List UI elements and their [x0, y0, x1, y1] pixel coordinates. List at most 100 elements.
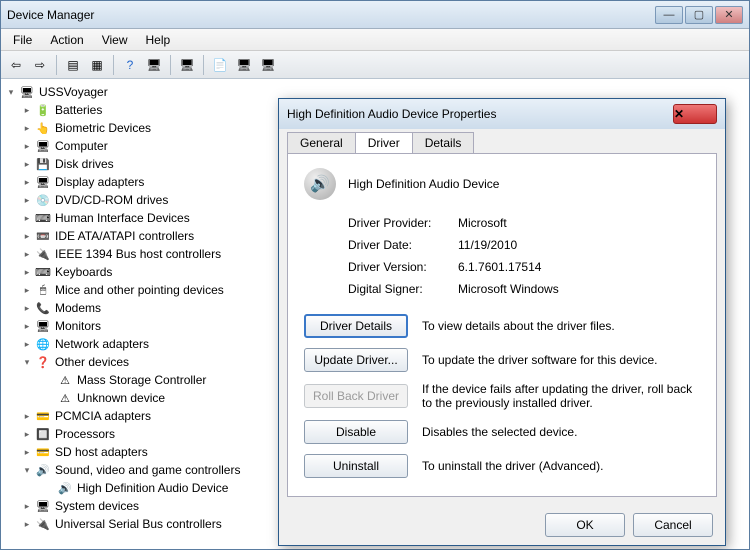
- date-label: Driver Date:: [348, 238, 458, 252]
- expand-icon[interactable]: ▸: [21, 410, 33, 422]
- speaker-icon: 🔊: [304, 168, 336, 200]
- expand-icon[interactable]: ▸: [21, 266, 33, 278]
- properties-button[interactable]: ▦: [86, 54, 108, 76]
- device-category-icon: 🖥: [19, 84, 35, 100]
- dialog-titlebar[interactable]: High Definition Audio Device Properties …: [279, 99, 725, 129]
- separator: [56, 55, 57, 75]
- device-category-icon: 🔲: [35, 426, 51, 442]
- tree-item-label: Universal Serial Bus controllers: [55, 517, 222, 531]
- tree-item-label: System devices: [55, 499, 139, 513]
- show-hide-tree-button[interactable]: ▤: [62, 54, 84, 76]
- tab-details[interactable]: Details: [412, 132, 475, 153]
- tree-item-label: DVD/CD-ROM drives: [55, 193, 168, 207]
- expand-icon[interactable]: ▸: [21, 446, 33, 458]
- expand-icon[interactable]: ▸: [21, 320, 33, 332]
- dialog-close-button[interactable]: ✕: [673, 104, 717, 124]
- tree-item-label: IDE ATA/ATAPI controllers: [55, 229, 194, 243]
- separator: [203, 55, 204, 75]
- close-icon: ✕: [674, 107, 716, 121]
- minimize-button[interactable]: —: [655, 6, 683, 24]
- signer-label: Digital Signer:: [348, 282, 458, 296]
- device-category-icon: ⌨: [35, 210, 51, 226]
- expand-icon[interactable]: ▸: [21, 140, 33, 152]
- dialog-title: High Definition Audio Device Properties: [287, 107, 673, 121]
- expand-icon[interactable]: ▸: [21, 176, 33, 188]
- device-category-icon: 💾: [35, 156, 51, 172]
- provider-label: Driver Provider:: [348, 216, 458, 230]
- tree-item-label: Network adapters: [55, 337, 149, 351]
- driver-details-button[interactable]: Driver Details: [304, 314, 408, 338]
- tree-item-label: Mass Storage Controller: [77, 373, 206, 387]
- tab-panel-driver: 🔊 High Definition Audio Device Driver Pr…: [287, 153, 717, 497]
- tab-driver[interactable]: Driver: [355, 132, 413, 153]
- expand-icon[interactable]: ▸: [21, 122, 33, 134]
- device-category-icon: 🖥: [35, 174, 51, 190]
- device-category-icon: ⌨: [35, 264, 51, 280]
- pc-icon: 🖥: [146, 58, 161, 72]
- action-button[interactable]: 🖥: [143, 54, 165, 76]
- ok-button[interactable]: OK: [545, 513, 625, 537]
- device-category-icon: 🖥: [35, 318, 51, 334]
- tree-icon: ▤: [67, 58, 78, 72]
- help-button[interactable]: ?: [119, 54, 141, 76]
- update-icon: 📄: [213, 58, 228, 72]
- maximize-button[interactable]: ▢: [685, 6, 713, 24]
- expand-icon[interactable]: ▸: [21, 338, 33, 350]
- update-driver-button[interactable]: 📄: [209, 54, 231, 76]
- twist-blank: [43, 392, 55, 404]
- expand-icon[interactable]: ▸: [21, 194, 33, 206]
- tree-item-label: Computer: [55, 139, 108, 153]
- disable-device-desc: Disables the selected device.: [422, 425, 700, 439]
- expand-icon[interactable]: ▸: [21, 248, 33, 260]
- scan-button[interactable]: 🖥: [176, 54, 198, 76]
- menu-action[interactable]: Action: [42, 31, 91, 49]
- disable-device-button[interactable]: Disable: [304, 420, 408, 444]
- tree-item-label: IEEE 1394 Bus host controllers: [55, 247, 221, 261]
- device-category-icon: 🔊: [35, 462, 51, 478]
- device-category-icon: 📼: [35, 228, 51, 244]
- tree-item-label: Sound, video and game controllers: [55, 463, 240, 477]
- uninstall-button[interactable]: 🖥: [233, 54, 255, 76]
- window-title: Device Manager: [7, 8, 655, 22]
- device-category-icon: 💳: [35, 444, 51, 460]
- uninstall-device-button[interactable]: Uninstall: [304, 454, 408, 478]
- tabstrip: General Driver Details: [279, 129, 725, 153]
- tree-item-label: Other devices: [55, 355, 129, 369]
- back-button[interactable]: ⇦: [5, 54, 27, 76]
- device-category-icon: 🔌: [35, 246, 51, 262]
- separator: [113, 55, 114, 75]
- tab-general[interactable]: General: [287, 132, 356, 153]
- collapse-icon[interactable]: ▾: [21, 464, 33, 476]
- device-category-icon: 🖱: [35, 282, 51, 298]
- expand-icon[interactable]: ▸: [21, 518, 33, 530]
- expand-icon[interactable]: ▸: [21, 104, 33, 116]
- device-category-icon: 🔋: [35, 102, 51, 118]
- arrow-right-icon: ⇨: [35, 58, 45, 72]
- cancel-button[interactable]: Cancel: [633, 513, 713, 537]
- expand-icon[interactable]: ▸: [21, 230, 33, 242]
- expand-icon[interactable]: ▸: [21, 428, 33, 440]
- expand-icon[interactable]: ▸: [21, 500, 33, 512]
- menu-help[interactable]: Help: [138, 31, 179, 49]
- disable-button[interactable]: 🖥: [257, 54, 279, 76]
- forward-button[interactable]: ⇨: [29, 54, 51, 76]
- collapse-icon[interactable]: ▾: [21, 356, 33, 368]
- menu-file[interactable]: File: [5, 31, 40, 49]
- arrow-left-icon: ⇦: [11, 58, 21, 72]
- toolbar: ⇦ ⇨ ▤ ▦ ? 🖥 🖥 📄 🖥 🖥: [1, 51, 749, 79]
- expand-icon[interactable]: ▸: [21, 284, 33, 296]
- device-category-icon: ⚠: [57, 390, 73, 406]
- tree-item-label: Monitors: [55, 319, 101, 333]
- collapse-icon[interactable]: ▾: [5, 86, 17, 98]
- driver-details-desc: To view details about the driver files.: [422, 319, 700, 333]
- tree-item-label: Batteries: [55, 103, 102, 117]
- close-button[interactable]: ✕: [715, 6, 743, 24]
- update-driver-button[interactable]: Update Driver...: [304, 348, 408, 372]
- expand-icon[interactable]: ▸: [21, 158, 33, 170]
- menu-view[interactable]: View: [94, 31, 136, 49]
- device-category-icon: ❓: [35, 354, 51, 370]
- titlebar[interactable]: Device Manager — ▢ ✕: [1, 1, 749, 29]
- device-category-icon: ⚠: [57, 372, 73, 388]
- expand-icon[interactable]: ▸: [21, 302, 33, 314]
- expand-icon[interactable]: ▸: [21, 212, 33, 224]
